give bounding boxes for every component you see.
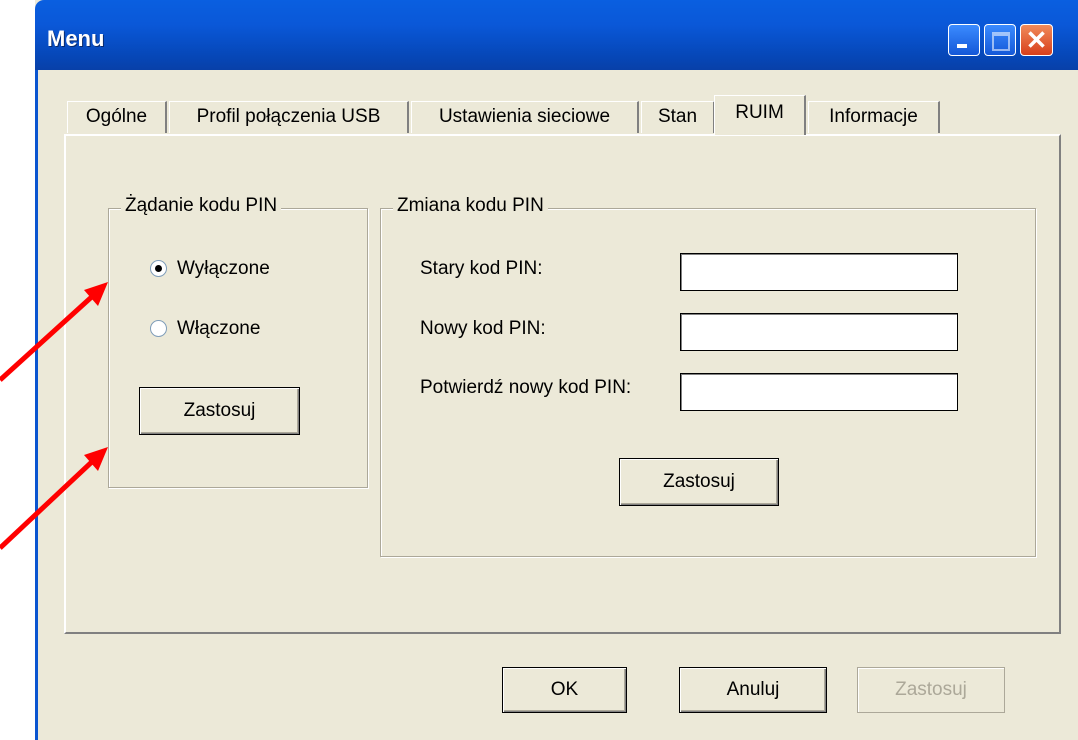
ok-button[interactable]: OK — [502, 667, 627, 713]
annotation-arrows — [0, 282, 108, 550]
minimize-button[interactable] — [948, 24, 980, 56]
new-pin-input[interactable] — [680, 313, 958, 351]
confirm-pin-input[interactable] — [680, 373, 958, 411]
radio-disabled-option[interactable]: Wyłączone — [150, 258, 270, 280]
red-arrow-icon — [0, 282, 108, 382]
tab-informacje[interactable]: Informacje — [808, 101, 940, 133]
new-pin-label: Nowy kod PIN: — [420, 318, 546, 339]
radio-label: Wyłączone — [177, 258, 270, 279]
title-bar[interactable]: Menu ✕ — [35, 0, 1078, 70]
apply-button-disabled: Zastosuj — [857, 667, 1005, 713]
pin-request-group: Żądanie kodu PIN — [108, 195, 368, 488]
cancel-button[interactable]: Anuluj — [679, 667, 827, 713]
old-pin-input[interactable] — [680, 253, 958, 291]
tab-stan[interactable]: Stan — [641, 101, 715, 133]
radio-enabled-option[interactable]: Włączone — [150, 318, 260, 340]
radio-label: Włączone — [177, 318, 261, 339]
pin-request-legend: Żądanie kodu PIN — [121, 195, 282, 217]
pin-change-apply-button[interactable]: Zastosuj — [619, 458, 779, 506]
dialog-window: Menu ✕ Ogólne Profil połączenia USB Usta… — [35, 0, 1078, 740]
close-icon: ✕ — [1025, 25, 1048, 55]
radio-button-checked[interactable] — [150, 260, 167, 278]
tab-profil-usb[interactable]: Profil połączenia USB — [169, 101, 409, 133]
close-button[interactable]: ✕ — [1020, 24, 1053, 56]
old-pin-label: Stary kod PIN: — [420, 258, 543, 279]
radio-button[interactable] — [150, 320, 167, 338]
pin-request-apply-button[interactable]: Zastosuj — [139, 387, 300, 435]
tab-ustawienia-sieciowe[interactable]: Ustawienia sieciowe — [411, 101, 639, 133]
confirm-pin-label: Potwierdź nowy kod PIN: — [420, 377, 632, 398]
red-arrow-icon — [0, 447, 108, 550]
pin-change-legend: Zmiana kodu PIN — [393, 195, 548, 217]
tab-ruim[interactable]: RUIM — [714, 95, 806, 135]
maximize-button[interactable] — [984, 24, 1016, 56]
